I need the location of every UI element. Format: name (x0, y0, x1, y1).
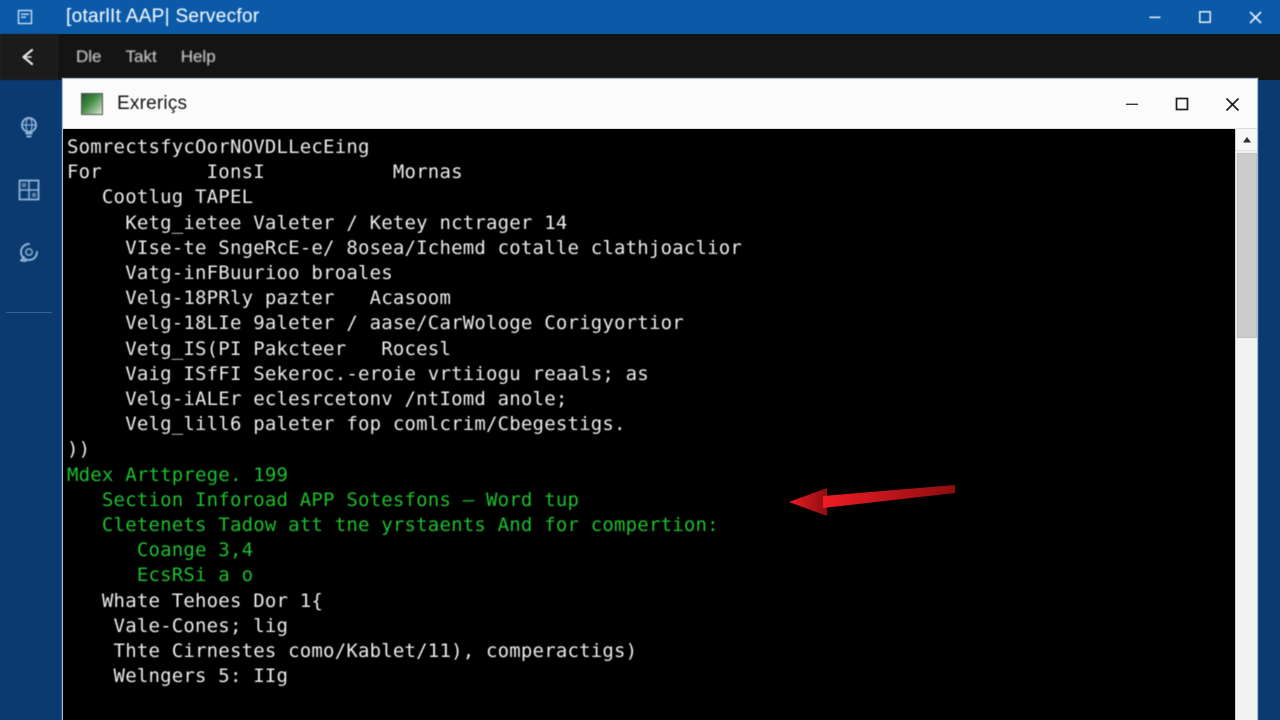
inner-window-title: Exreriçs (117, 92, 188, 114)
maximize-icon[interactable] (1180, 0, 1230, 34)
terminal-line: For IonsI Mornas (67, 161, 463, 184)
app-screen: [otarlIt AAP| Servecfor Dle Takt Help Ex… (0, 0, 1280, 720)
app-icon (14, 6, 36, 28)
scrollbar-thumb[interactable] (1237, 153, 1257, 338)
globe-lightbulb-icon[interactable] (13, 112, 45, 144)
terminal-line: Section Inforoad APP Sotesfons — Word tu… (67, 488, 580, 511)
inner-window-titlebar[interactable]: Exreriçs (63, 79, 1257, 129)
terminal-line: Cletenets Tadow att tne yrstaents And fo… (67, 514, 719, 537)
terminal-line: EcsRSi a o (67, 564, 254, 587)
grid-table-icon[interactable] (13, 174, 45, 206)
terminal-line: Vaig ISfFI Sekeroc.-eroie vrtiiogu reaal… (67, 362, 649, 385)
minimize-icon[interactable] (1107, 79, 1157, 129)
terminal-line: Velg-18LIe 9aleter / aase/CarWologe Cori… (67, 312, 684, 335)
inner-terminal-window: Exreriçs SomrectsfycOorNOVDLLecEing For … (62, 78, 1258, 720)
maximize-icon[interactable] (1157, 79, 1207, 129)
terminal-line: Velg-iALEr eclesrcetonv /ntIomd anole; (67, 388, 568, 411)
refresh-circle-icon[interactable] (13, 236, 45, 268)
back-arrow-icon[interactable] (0, 34, 58, 80)
terminal-app-icon (81, 92, 103, 115)
terminal-line: Thte Cirnestes como/Kablet/11), comperac… (67, 640, 638, 663)
terminal-scrollbar[interactable] (1235, 129, 1257, 720)
minimize-icon[interactable] (1130, 0, 1180, 34)
terminal-output-area[interactable]: SomrectsfycOorNOVDLLecEing For IonsI Morn… (63, 129, 1257, 720)
close-icon[interactable] (1230, 0, 1280, 34)
terminal-line: Welngers 5: IIg (67, 665, 289, 688)
inner-window-controls (1107, 79, 1257, 129)
outer-window-title: [otarlIt AAP| Servecfor (66, 6, 260, 27)
terminal-line: )) (67, 438, 91, 461)
terminal-line: Cootlug TAPEL (67, 186, 254, 209)
outer-window-titlebar[interactable]: [otarlIt AAP| Servecfor (0, 0, 1280, 34)
menu-item-help[interactable]: Help (181, 47, 216, 67)
menu-bar: Dle Takt Help (58, 34, 1280, 80)
sidebar-divider (6, 312, 52, 313)
terminal-line: VIse-te SngeRcE-e/ 8osea/Ichemd cotalle … (67, 236, 743, 259)
terminal-line: Ketg_ietee Valeter / Ketey nctrager 14 (67, 211, 568, 234)
terminal-line: Coange 3,4 (67, 539, 254, 562)
terminal-line: Vale-Cones; lig (67, 614, 289, 637)
left-sidebar (0, 34, 58, 720)
terminal-line: Whate Tehoes Dor 1{ (67, 589, 324, 612)
scroll-up-arrow-icon[interactable] (1236, 129, 1257, 151)
terminal-line: Velg_lill6 paleter fop comlcrim/Cbegesti… (67, 413, 626, 436)
menu-item-edit[interactable]: Takt (126, 47, 157, 67)
terminal-line: Vetg_IS(PI Pakcteer Rocesl (67, 337, 452, 360)
terminal-line: SomrectsfycOorNOVDLLecEing (67, 136, 370, 158)
terminal-line: Velg-18PRly pazter Acasoom (67, 287, 452, 310)
terminal-text-block: SomrectsfycOorNOVDLLecEing For IonsI Morn… (63, 135, 1235, 689)
close-icon[interactable] (1207, 79, 1257, 129)
menu-item-file[interactable]: Dle (76, 47, 102, 67)
terminal-line: Mdex Arttprege. 199 (67, 463, 289, 486)
terminal-line: Vatg-inFBuurioo broales (67, 262, 393, 285)
outer-window-controls (1130, 0, 1280, 34)
